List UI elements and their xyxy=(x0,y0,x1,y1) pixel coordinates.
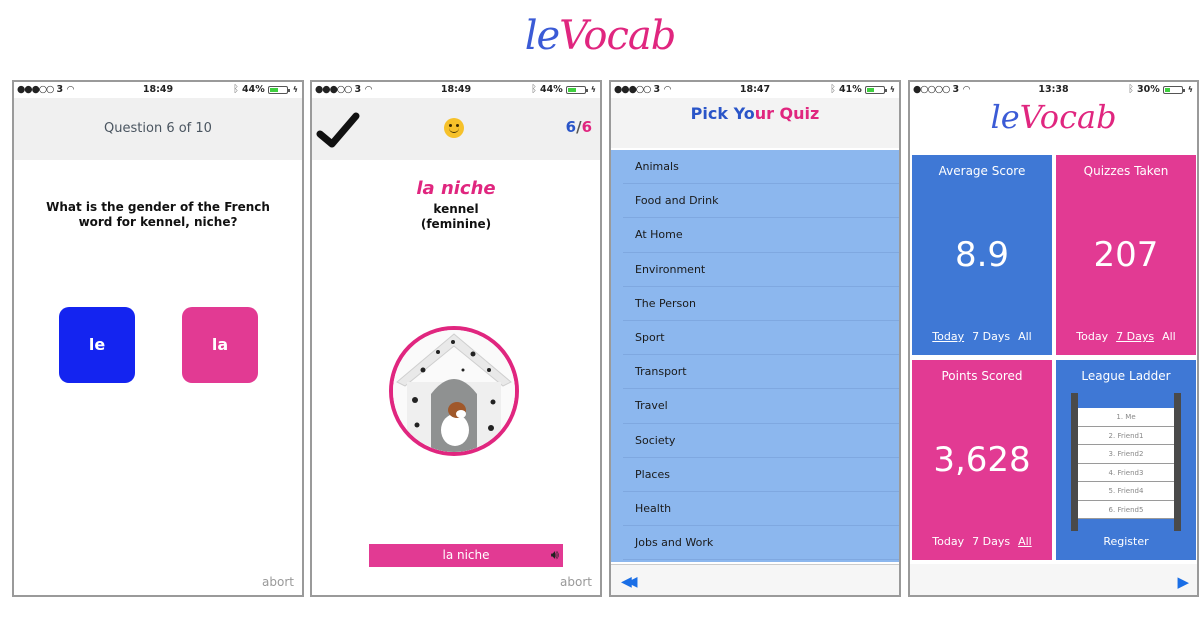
status-bar: ●●●○○ 3 ◠ 18:49 ᛒ 44% ϟ xyxy=(312,82,600,98)
period-7-days[interactable]: 7 Days xyxy=(972,535,1010,548)
battery-percent: 41% xyxy=(838,84,862,95)
charging-icon: ϟ xyxy=(590,85,596,94)
bluetooth-icon: ᛒ xyxy=(530,84,537,95)
period-selector: Today 7 Days All xyxy=(912,330,1052,343)
period-today[interactable]: Today xyxy=(932,330,964,343)
period-selector: Today 7 Days All xyxy=(912,535,1052,548)
quiz-item[interactable]: Sport xyxy=(623,321,899,356)
gender-label: (feminine) xyxy=(420,217,492,231)
quiz-item[interactable]: The Person xyxy=(623,287,899,321)
tile-title: Quizzes Taken xyxy=(1083,164,1169,178)
points-scored-value: 3,628 xyxy=(933,440,1031,480)
play-forward-icon[interactable]: ▶ xyxy=(1177,573,1189,591)
quiz-item[interactable]: Transport xyxy=(623,355,899,390)
ladder-entry: 3. Friend2 xyxy=(1078,445,1174,464)
status-bar: ●●●○○ 3 ◠ 18:49 ᛒ 44% ϟ xyxy=(14,82,302,98)
page-title: Pick Your Quiz xyxy=(611,98,899,148)
quiz-item[interactable]: Health xyxy=(623,492,899,527)
register-button[interactable]: Register xyxy=(1056,535,1196,548)
checkmark-icon xyxy=(316,112,360,148)
period-today[interactable]: Today xyxy=(932,535,964,548)
kennel-illustration xyxy=(393,330,515,452)
quiz-item[interactable]: Food and Drink xyxy=(623,184,899,219)
period-all[interactable]: All xyxy=(1018,330,1032,343)
score-display: 6/6 xyxy=(565,118,592,136)
quiz-item[interactable]: Society xyxy=(623,424,899,458)
ladder-entry: 5. Friend4 xyxy=(1078,482,1174,501)
ladder-entry: 4. Friend3 xyxy=(1078,463,1174,482)
question-text: What is the gender of the French word fo… xyxy=(46,200,270,229)
period-all[interactable]: All xyxy=(1018,535,1032,548)
answer-le-button[interactable]: le xyxy=(59,307,135,383)
period-all[interactable]: All xyxy=(1162,330,1176,343)
battery-icon xyxy=(864,86,887,94)
quizzes-taken-value: 207 xyxy=(1093,235,1159,275)
battery-percent: 44% xyxy=(241,84,265,95)
french-word: la niche xyxy=(416,178,496,199)
bluetooth-icon: ᛒ xyxy=(232,84,239,95)
bottom-bar: ▶ xyxy=(910,564,1197,595)
battery-percent: 44% xyxy=(539,84,563,95)
tile-title: Points Scored xyxy=(941,369,1023,383)
levocab-logo: leVocab xyxy=(0,12,1200,60)
league-ladder-tile: League Ladder 1. Me 2. Friend1 3. Friend… xyxy=(1056,360,1196,560)
battery-icon xyxy=(267,86,290,94)
battery-icon xyxy=(565,86,588,94)
phone-feedback-screen: ●●●○○ 3 ◠ 18:49 ᛒ 44% ϟ 6/6 la niche kennel(… xyxy=(310,80,602,597)
battery-icon xyxy=(1162,86,1185,94)
smiley-icon xyxy=(444,118,464,138)
audio-word-label: la niche xyxy=(442,548,490,562)
quiz-item[interactable]: Places xyxy=(623,458,899,492)
charging-icon: ϟ xyxy=(889,85,895,94)
feedback-header: 6/6 xyxy=(312,98,600,160)
logo-le: le xyxy=(524,13,560,59)
ladder-rail xyxy=(1174,393,1181,531)
play-pronunciation-button[interactable]: la niche 🔊︎ xyxy=(369,544,563,567)
back-rewind-icon[interactable]: ◀◀ xyxy=(621,574,637,590)
abort-link[interactable]: abort xyxy=(560,575,592,589)
average-score-tile: Average Score 8.9 Today 7 Days All xyxy=(912,155,1052,355)
period-7-days[interactable]: 7 Days xyxy=(1116,330,1154,343)
average-score-value: 8.9 xyxy=(954,235,1010,275)
translation: kennel (feminine) xyxy=(312,202,600,232)
phone-question-screen: ●●●○○ 3 ◠ 18:49 ᛒ 44% ϟ Question 6 of 10 Wha… xyxy=(12,80,304,597)
ladder-graphic: 1. Me 2. Friend1 3. Friend2 4. Friend3 5… xyxy=(1071,393,1181,531)
quiz-item[interactable]: Animals xyxy=(623,150,899,185)
status-bar: ●●●○○ 3 ◠ 18:47 ᛒ 41% ϟ xyxy=(611,82,899,98)
english-word: kennel xyxy=(433,202,479,216)
period-selector: Today 7 Days All xyxy=(1056,330,1196,343)
quiz-list: Animals Food and Drink At Home Environme… xyxy=(611,150,899,562)
dog-kennel-image xyxy=(389,326,519,456)
quizzes-taken-tile: Quizzes Taken 207 Today 7 Days All xyxy=(1056,155,1196,355)
tile-title: Average Score xyxy=(938,164,1026,178)
logo-vocab: Vocab xyxy=(559,13,676,59)
bluetooth-icon: ᛒ xyxy=(829,84,836,95)
question-counter: Question 6 of 10 xyxy=(14,98,302,160)
ladder-entry: 6. Friend5 xyxy=(1078,500,1174,519)
quiz-item[interactable]: Jobs and Work xyxy=(623,526,899,561)
phone-pick-quiz-screen: ●●●○○ 3 ◠ 18:47 ᛒ 41% ϟ Pick Your Quiz Anima… xyxy=(609,80,901,597)
abort-link[interactable]: abort xyxy=(262,575,294,589)
ladder-rail xyxy=(1071,393,1078,531)
bottom-bar: ◀◀ xyxy=(611,564,899,595)
points-scored-tile: Points Scored 3,628 Today 7 Days All xyxy=(912,360,1052,560)
ladder-entry: 1. Me xyxy=(1078,408,1174,427)
tile-title: League Ladder xyxy=(1081,369,1171,383)
charging-icon: ϟ xyxy=(292,85,298,94)
phone-dashboard-screen: ●○○○○ 3 ◠ 13:38 ᛒ 30% ϟ leVocab Average Scor… xyxy=(908,80,1199,597)
quiz-item[interactable]: Travel xyxy=(623,389,899,424)
answer-la-button[interactable]: la xyxy=(182,307,258,383)
period-today[interactable]: Today xyxy=(1076,330,1108,343)
ladder-entry: 2. Friend1 xyxy=(1078,426,1174,445)
app-logo: leVocab xyxy=(990,98,1117,136)
quiz-item[interactable]: At Home xyxy=(623,218,899,253)
speaker-icon[interactable]: 🔊︎ xyxy=(551,544,559,567)
quiz-item[interactable]: Environment xyxy=(623,253,899,287)
period-7-days[interactable]: 7 Days xyxy=(972,330,1010,343)
